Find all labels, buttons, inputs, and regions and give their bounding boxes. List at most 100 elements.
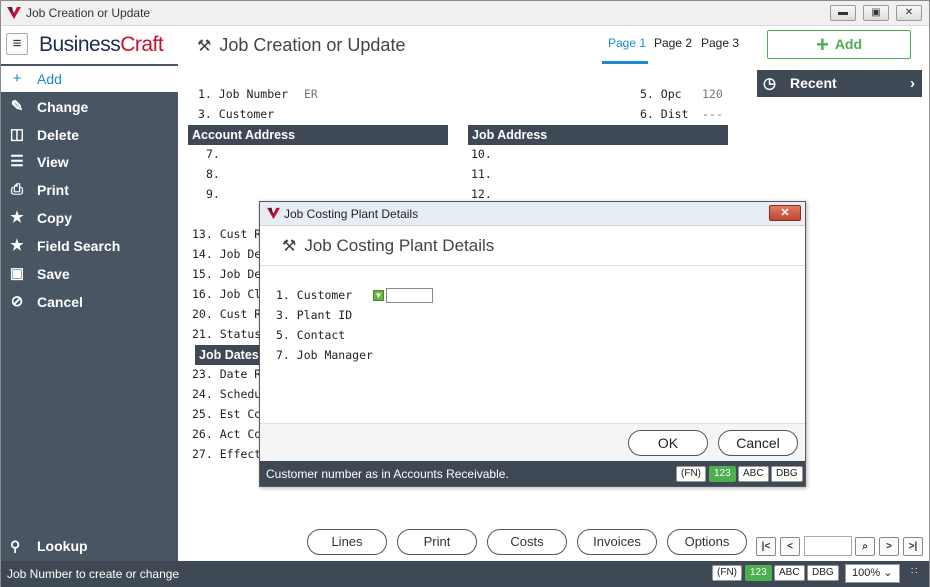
tab-page-1[interactable]: Page 1: [608, 36, 646, 50]
field-opc-value[interactable]: 120: [702, 87, 723, 101]
sidebar-item-save[interactable]: ▣ Save: [1, 261, 178, 287]
record-search-input[interactable]: [804, 536, 852, 556]
next-record-button[interactable]: >: [879, 537, 899, 556]
sidebar-item-label: Print: [37, 182, 69, 198]
record-search-button[interactable]: ⌕: [855, 537, 875, 556]
resize-grip-icon[interactable]: ∷: [911, 566, 917, 577]
zoom-value: 100%: [852, 567, 881, 579]
sidebar-item-field-search[interactable]: ★ Field Search: [1, 233, 178, 259]
maximize-button[interactable]: ▣: [863, 5, 889, 21]
field-job-number-label: 1. Job Number: [198, 87, 289, 101]
cancel-button[interactable]: Cancel: [718, 430, 798, 456]
brand-accent: Craft: [120, 33, 164, 56]
search-icon: ⚲: [10, 538, 21, 554]
app-logo-icon: [7, 7, 21, 19]
caps-indicator: ABC: [774, 565, 805, 581]
options-button[interactable]: Options: [667, 529, 747, 555]
dialog-close-button[interactable]: ✕: [769, 205, 801, 221]
invoices-button[interactable]: Invoices: [577, 529, 657, 555]
sidebar-item-delete[interactable]: ◫ Delete: [1, 122, 178, 148]
dialog-field-customer-label: 1. Customer: [276, 288, 353, 302]
print-button[interactable]: Print: [397, 529, 477, 555]
app-header: ≡ BusinessCraft ⚒ Job Creation or Update …: [1, 26, 929, 64]
minimize-button[interactable]: ▬: [830, 5, 856, 21]
dialog-header: ⚒ Job Costing Plant Details: [260, 226, 805, 266]
add-button-label: Add: [834, 36, 863, 52]
field-11-label: 11.: [471, 167, 492, 181]
main-window: Job Creation or Update ▬ ▣ ✕ ≡ BusinessC…: [0, 0, 930, 587]
field-opc-label: 5. Opc: [640, 87, 682, 101]
alarm-clock-icon: ◷: [763, 75, 777, 92]
chevron-right-icon: ›: [910, 75, 915, 92]
lines-button[interactable]: Lines: [307, 529, 387, 555]
dialog-field-job-manager-label: 7. Job Manager: [276, 348, 373, 362]
lookup-dropdown-icon[interactable]: ▼: [373, 290, 384, 301]
plus-icon: +: [12, 70, 22, 87]
dialog-body: 1. Customer ▼ 3. Plant ID 5. Contact 7. …: [260, 267, 805, 423]
first-record-button[interactable]: |<: [756, 537, 776, 556]
dialog-customer-input[interactable]: [386, 288, 433, 303]
field-customer-label: 3. Customer: [198, 107, 275, 121]
field-23-label: 23. Date R: [192, 367, 262, 381]
pencil-icon: ✎: [10, 98, 24, 115]
field-13-label: 13. Cust R: [192, 227, 262, 241]
lookup-button[interactable]: ⚲ Lookup: [1, 532, 178, 560]
lookup-label: Lookup: [37, 538, 88, 554]
sidebar-item-label: Save: [37, 266, 70, 282]
sidebar-item-label: Delete: [37, 127, 80, 143]
chevron-down-icon: ⌄: [883, 567, 893, 579]
sidebar-item-label: Field Search: [37, 238, 121, 254]
tab-page-3[interactable]: Page 3: [701, 36, 739, 50]
tab-page-2[interactable]: Page 2: [654, 36, 692, 50]
app-logo-icon: [267, 207, 280, 220]
title-bar: Job Creation or Update ▬ ▣ ✕: [1, 1, 929, 26]
field-dist-label: 6. Dist: [640, 107, 689, 121]
dialog-field-contact-label: 5. Contact: [276, 328, 346, 342]
field-25-label: 25. Est Co: [192, 407, 262, 421]
save-icon: ▣: [9, 265, 25, 282]
debug-indicator: DBG: [771, 466, 803, 482]
add-button[interactable]: + Add: [767, 30, 911, 59]
dialog-heading: ⚒ Job Costing Plant Details: [282, 236, 494, 256]
page-title: ⚒ Job Creation or Update: [197, 35, 405, 56]
dialog-title: Job Costing Plant Details: [284, 207, 419, 221]
previous-record-button[interactable]: <: [780, 537, 800, 556]
field-7-label: 7.: [206, 147, 220, 161]
field-job-number-value[interactable]: ER: [304, 87, 318, 101]
sidebar-item-add[interactable]: + Add: [1, 66, 178, 92]
sidebar-item-view[interactable]: ☰ View: [1, 149, 178, 175]
sidebar-item-label: Cancel: [37, 294, 83, 310]
ok-button[interactable]: OK: [628, 430, 708, 456]
menu-icon[interactable]: ≡: [6, 33, 28, 55]
recent-panel-toggle[interactable]: ◷ Recent ›: [757, 70, 922, 97]
field-dist-value[interactable]: ---: [702, 107, 723, 121]
hammer-icon: ⚒: [282, 238, 297, 255]
field-12-label: 12.: [471, 187, 492, 201]
brand-logo: BusinessCraft: [39, 33, 164, 57]
sidebar-item-label: Add: [37, 71, 62, 87]
fn-indicator: (FN): [712, 565, 742, 581]
zoom-select[interactable]: 100% ⌄: [845, 564, 900, 583]
num-lock-indicator: 123: [709, 466, 736, 482]
sidebar-item-cancel[interactable]: ⊘ Cancel: [1, 289, 178, 315]
sidebar-item-change[interactable]: ✎ Change: [1, 94, 178, 120]
account-address-header: Account Address: [188, 125, 448, 145]
field-16-label: 16. Job Cl: [192, 287, 262, 301]
field-14-label: 14. Job De: [192, 247, 262, 261]
window-title: Job Creation or Update: [26, 6, 151, 20]
sidebar-item-copy[interactable]: ★ Copy: [1, 205, 178, 231]
cancel-icon: ⊘: [10, 293, 24, 310]
close-window-button[interactable]: ✕: [896, 5, 922, 21]
star-icon: ★: [10, 237, 24, 254]
sidebar-item-print[interactable]: ⎙ Print: [1, 177, 178, 203]
field-24-label: 24. Schedu: [192, 387, 262, 401]
plus-icon: +: [815, 32, 829, 57]
last-record-button[interactable]: >|: [903, 537, 923, 556]
job-address-header: Job Address: [468, 125, 728, 145]
status-message: Job Number to create or change: [7, 567, 180, 581]
trash-icon: ◫: [9, 126, 25, 143]
hammer-icon: ⚒: [197, 38, 212, 55]
field-20-label: 20. Cust R: [192, 307, 262, 321]
costs-button[interactable]: Costs: [487, 529, 567, 555]
dialog-status-message: Customer number as in Accounts Receivabl…: [266, 467, 509, 481]
